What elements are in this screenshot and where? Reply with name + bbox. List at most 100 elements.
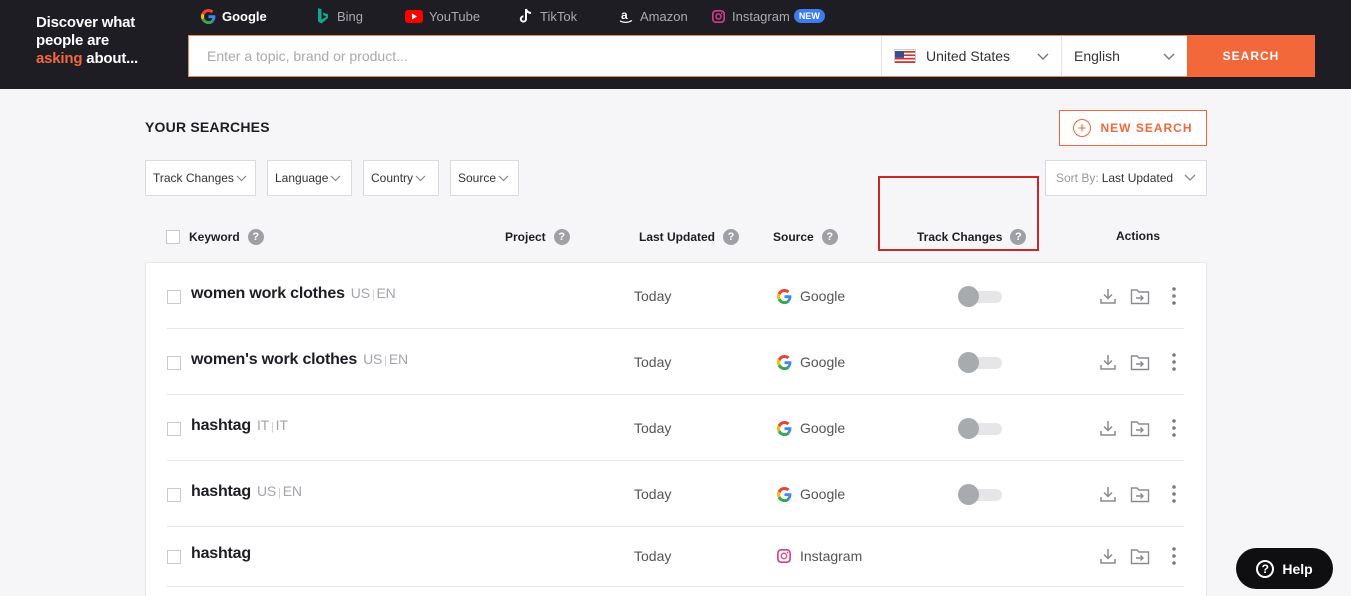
source-label: Google [800,354,846,370]
track-changes-highlight [878,176,1039,251]
keyword-text: women's work clothes [191,351,358,368]
tab-label: Bing [337,8,364,24]
track-changes-toggle[interactable] [958,484,1002,505]
table-row[interactable]: women work clothes US | EN Today Google [167,263,1184,329]
new-search-button[interactable]: + NEW SEARCH [1059,110,1207,146]
table-row[interactable]: hashtag US | EN Today Google [167,461,1184,527]
table-row[interactable]: hashtag Today Instagram [167,527,1184,587]
help-icon[interactable]: ? [247,229,264,245]
help-icon[interactable]: ? [553,229,570,245]
filter-label: Language [275,171,329,185]
google-icon [777,288,792,304]
help-icon[interactable]: ? [723,229,740,245]
filter-country[interactable]: Country [363,160,439,196]
source-cell: Google [777,354,845,370]
filter-source[interactable]: Source [450,160,519,196]
help-button[interactable]: ? Help [1236,548,1333,589]
tab-amazon[interactable]: a Amazon [618,0,710,32]
track-changes-toggle[interactable] [958,352,1002,373]
download-icon[interactable] [1097,483,1119,505]
move-to-folder-icon[interactable] [1129,417,1151,439]
keyword-cell[interactable]: women work clothes US | EN [191,285,396,303]
more-options-icon[interactable] [1163,351,1185,373]
track-changes-toggle[interactable] [958,286,1002,307]
last-updated-cell: Today [634,420,672,436]
download-icon[interactable] [1097,417,1119,439]
tagline-rest: about... [82,50,139,67]
column-source: Source ? [773,229,838,245]
chevron-down-icon [1037,48,1049,64]
plus-circle-icon: + [1073,119,1092,137]
column-keyword: Keyword ? [166,229,264,245]
move-to-folder-icon[interactable] [1129,285,1151,307]
filter-label: Source [458,171,497,185]
bing-icon [315,8,331,24]
tab-instagram[interactable]: Instagram NEW [710,0,825,32]
download-icon[interactable] [1097,351,1119,373]
filter-label: Country [371,171,414,185]
row-checkbox[interactable] [167,488,181,502]
tab-label: Google [222,8,267,24]
page-title: YOUR SEARCHES [145,119,270,135]
google-icon [200,8,216,24]
row-checkbox[interactable] [167,290,181,304]
source-cell: Google [777,288,845,304]
tab-tiktok[interactable]: TikTok [518,0,618,32]
search-bar: United States English SEARCH [188,35,1315,77]
move-to-folder-icon[interactable] [1129,483,1151,505]
chevron-down-icon [1184,171,1196,185]
column-project: Project ? [505,229,570,245]
keyword-cell[interactable]: hashtag [191,545,251,563]
table-row[interactable]: hashtag IT | IT Today Google [167,395,1184,461]
keyword-cell[interactable]: hashtag IT | IT [191,417,288,435]
keyword-text: hashtag [191,417,251,434]
search-button[interactable]: SEARCH [1187,35,1315,77]
column-label: Actions [1116,229,1161,243]
help-icon[interactable]: ? [821,229,838,245]
chevron-down-icon [236,171,247,185]
more-options-icon[interactable] [1163,483,1185,505]
more-options-icon[interactable] [1163,417,1185,439]
move-to-folder-icon[interactable] [1129,351,1151,373]
country-select[interactable]: United States [881,36,1061,76]
column-label: Last Updated [639,230,716,244]
more-options-icon[interactable] [1163,545,1185,567]
google-icon [777,420,792,436]
tab-bing[interactable]: Bing [315,0,405,32]
move-to-folder-icon[interactable] [1129,545,1151,567]
search-input[interactable] [189,36,881,76]
country-code: US [363,351,383,367]
country-value: United States [926,48,1011,64]
last-updated-cell: Today [634,354,672,370]
last-updated-cell: Today [634,548,672,564]
row-checkbox[interactable] [167,356,181,370]
source-label: Google [800,420,846,436]
row-checkbox[interactable] [167,550,181,564]
chevron-down-icon [415,171,426,185]
download-icon[interactable] [1097,285,1119,307]
tagline-line-2: people are [36,32,110,49]
source-cell: Instagram [777,548,862,564]
keyword-text: women work clothes [191,285,345,302]
country-code: US [350,285,370,301]
chevron-down-icon [1163,48,1175,64]
tab-label: TikTok [540,8,578,24]
tab-youtube[interactable]: YouTube [405,0,518,32]
amazon-icon: a [618,8,634,24]
row-checkbox[interactable] [167,422,181,436]
source-label: Google [800,288,846,304]
select-all-checkbox[interactable] [166,230,180,244]
sort-select[interactable]: Sort By: Last Updated [1045,160,1207,196]
keyword-cell[interactable]: hashtag US | EN [191,483,302,501]
more-options-icon[interactable] [1163,285,1185,307]
searches-table: women work clothes US | EN Today Google wom… [145,262,1207,596]
track-changes-toggle[interactable] [958,418,1002,439]
tab-google[interactable]: Google [200,0,315,32]
chevron-down-icon [330,171,341,185]
filter-track-changes[interactable]: Track Changes [145,160,256,196]
filter-language[interactable]: Language [267,160,352,196]
download-icon[interactable] [1097,545,1119,567]
table-row[interactable]: women's work clothes US | EN Today Google [167,329,1184,395]
language-select[interactable]: English [1061,36,1187,76]
keyword-cell[interactable]: women's work clothes US | EN [191,351,408,369]
